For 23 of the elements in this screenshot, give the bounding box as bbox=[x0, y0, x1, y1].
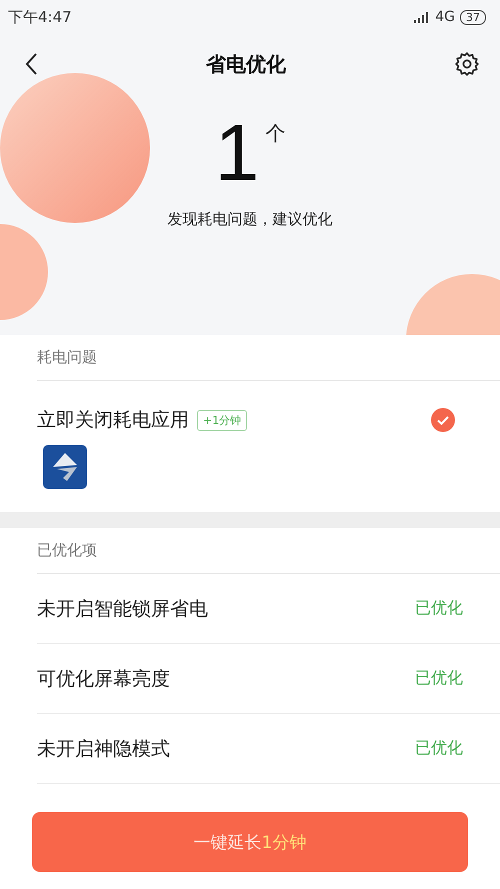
item-status: 已优化 bbox=[415, 598, 463, 619]
item-status: 已优化 bbox=[415, 668, 463, 689]
issue-title: 立即关闭耗电应用 bbox=[37, 408, 189, 433]
count-unit: 个 bbox=[265, 120, 286, 147]
status-time: 下午4:47 bbox=[8, 8, 72, 26]
section-heading: 已优化项 bbox=[37, 541, 97, 560]
battery-indicator: 37 bbox=[460, 10, 486, 24]
app-icon bbox=[43, 445, 87, 489]
page-title: 省电优化 bbox=[206, 50, 286, 78]
item-title: 未开启智能锁屏省电 bbox=[37, 596, 208, 622]
item-status: 已优化 bbox=[415, 738, 463, 759]
issue-count: 1 bbox=[214, 108, 260, 198]
summary-message: 发现耗电问题，建议优化 bbox=[168, 210, 332, 229]
time-tag: +1分钟 bbox=[197, 410, 248, 430]
checkbox[interactable] bbox=[430, 407, 456, 433]
network-label: 4G bbox=[435, 9, 455, 25]
back-icon[interactable] bbox=[24, 52, 38, 76]
item-title: 未开启神隐模式 bbox=[37, 736, 170, 762]
settings-icon[interactable] bbox=[454, 51, 480, 77]
extend-button[interactable]: 一键延长1分钟 bbox=[32, 812, 468, 872]
section-heading: 耗电问题 bbox=[37, 348, 97, 367]
item-title: 可优化屏幕亮度 bbox=[37, 666, 170, 692]
signal-icon bbox=[414, 12, 430, 22]
